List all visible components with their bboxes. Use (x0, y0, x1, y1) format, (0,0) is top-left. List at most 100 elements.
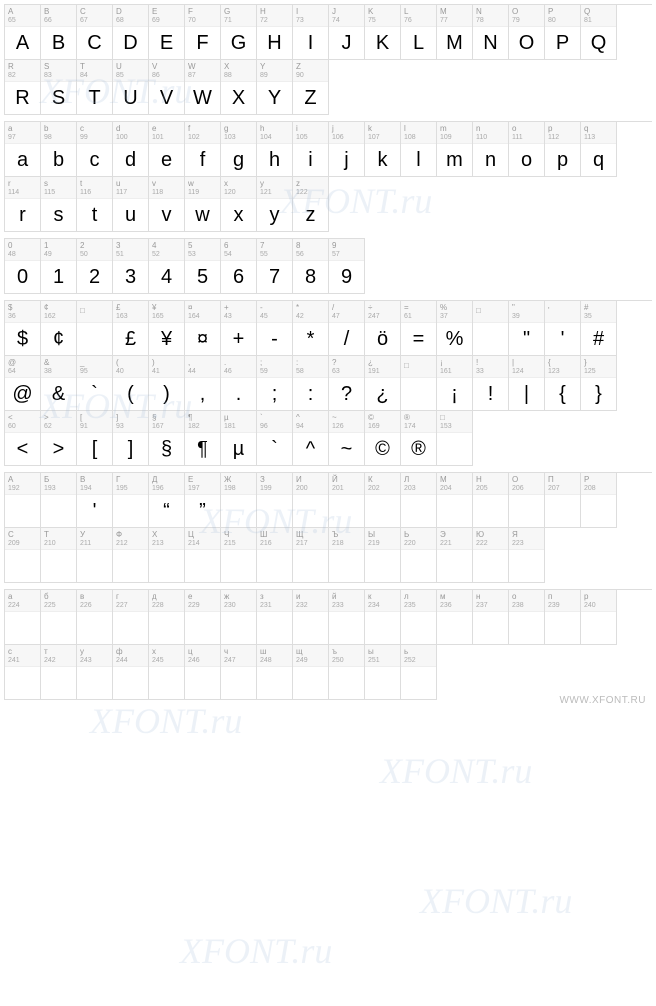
glyph-cell-header: >62 (41, 411, 76, 433)
glyph-cell: :58: (293, 356, 329, 411)
glyph-cell-header: М204 (437, 473, 472, 495)
glyph-label: W (188, 63, 217, 71)
glyph-cell-header: `96 (257, 411, 292, 433)
glyph-code: 67 (80, 17, 109, 24)
glyph-label: □ (476, 307, 505, 315)
glyph-label: л (404, 593, 433, 601)
glyph-cell: h104h (257, 122, 293, 177)
glyph-display (41, 612, 76, 644)
glyph-cell-header: о238 (509, 590, 544, 612)
glyph-cell-header: £163 (113, 301, 148, 323)
glyph-display: 3 (113, 261, 148, 293)
glyph-label: o (512, 125, 541, 133)
glyph-cell: +43+ (221, 301, 257, 356)
glyph-cell-header: Щ217 (293, 528, 328, 550)
glyph-label: © (368, 414, 397, 422)
glyph-label: q (584, 125, 613, 133)
glyph-cell: ,44, (185, 356, 221, 411)
glyph-cell-header: ©169 (365, 411, 400, 433)
glyph-cell-header: a97 (5, 122, 40, 144)
glyph-cell: П207 (545, 473, 581, 528)
glyph-display (293, 550, 328, 582)
glyph-cell: p112p (545, 122, 581, 177)
glyph-label: Э (440, 531, 469, 539)
glyph-code: 167 (152, 423, 181, 430)
glyph-display: < (5, 433, 40, 465)
glyph-label: ц (188, 648, 217, 656)
glyph-cell-header: s115 (41, 177, 76, 199)
glyph-code: 52 (152, 251, 181, 258)
glyph-code: 59 (260, 368, 289, 375)
glyph-cell: Э221 (437, 528, 473, 583)
glyph-label: 2 (80, 242, 109, 250)
glyph-display: ^ (293, 433, 328, 465)
glyph-code: 211 (80, 540, 109, 547)
glyph-cell-header: ф244 (113, 645, 148, 667)
glyph-cell-header: А192 (5, 473, 40, 495)
glyph-cell: □ (77, 301, 113, 356)
glyph-code: 97 (8, 134, 37, 141)
glyph-display (113, 612, 148, 644)
glyph-cell-header: и232 (293, 590, 328, 612)
glyph-cell-header: И200 (293, 473, 328, 495)
glyph-display: F (185, 27, 220, 59)
glyph-cell: Ф212 (113, 528, 149, 583)
glyph-cell: A65A (5, 5, 41, 60)
glyph-cell-header: □153 (437, 411, 472, 433)
glyph-label: Щ (296, 531, 325, 539)
glyph-label: | (512, 359, 541, 367)
glyph-cell-header: У211 (77, 528, 112, 550)
glyph-label: ¿ (368, 359, 397, 367)
glyph-code: 46 (224, 368, 253, 375)
glyph-label: 0 (8, 242, 37, 250)
glyph-display (41, 495, 76, 527)
glyph-cell-header: j106 (329, 122, 364, 144)
glyph-display (329, 667, 364, 699)
glyph-label: R (8, 63, 37, 71)
glyph-display (437, 495, 472, 527)
glyph-cell: Ь220 (401, 528, 437, 583)
glyph-cell-header: n110 (473, 122, 508, 144)
glyph-cell: K75K (365, 5, 401, 60)
glyph-label: 5 (188, 242, 217, 250)
glyph-label: ! (476, 359, 505, 367)
glyph-display: “ (149, 495, 184, 527)
glyph-cell: п239 (545, 590, 581, 645)
glyph-cell: Ъ218 (329, 528, 365, 583)
glyph-display: q (581, 144, 616, 176)
glyph-cell-header: ¤164 (185, 301, 220, 323)
glyph-display: u (113, 199, 148, 231)
glyph-label: _ (80, 359, 109, 367)
glyph-code: 107 (368, 134, 397, 141)
glyph-cell: Y89Y (257, 60, 293, 115)
glyph-label: L (404, 8, 433, 16)
glyph-label: " (512, 304, 541, 312)
glyph-display: 6 (221, 261, 256, 293)
glyph-code: 94 (296, 423, 325, 430)
glyph-label: ш (260, 648, 289, 656)
glyph-display: G (221, 27, 256, 59)
glyph-cell: Щ217 (293, 528, 329, 583)
glyph-display: A (5, 27, 40, 59)
glyph-display: 7 (257, 261, 292, 293)
glyph-display (149, 550, 184, 582)
glyph-code: 197 (188, 485, 217, 492)
glyph-label: } (584, 359, 613, 367)
glyph-display: P (545, 27, 580, 59)
glyph-label: { (548, 359, 577, 367)
glyph-label: щ (296, 648, 325, 656)
glyph-cell: b98b (41, 122, 77, 177)
glyph-code: 65 (8, 17, 37, 24)
glyph-code: 210 (44, 540, 73, 547)
glyph-code: 83 (44, 72, 73, 79)
glyph-cell-header: а224 (5, 590, 40, 612)
glyph-code: 78 (476, 17, 505, 24)
glyph-label: p (548, 125, 577, 133)
glyph-cell-header: k107 (365, 122, 400, 144)
glyph-display (581, 495, 616, 527)
glyph-display: h (257, 144, 292, 176)
glyph-code: 215 (224, 540, 253, 547)
glyph-code: 241 (8, 657, 37, 664)
glyph-display (41, 550, 76, 582)
glyph-cell: O79O (509, 5, 545, 60)
